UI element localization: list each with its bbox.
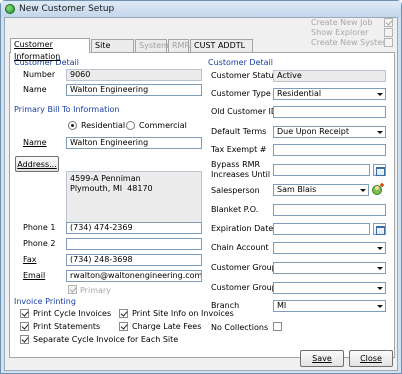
add-salesperson-icon[interactable] bbox=[371, 182, 386, 197]
customer-group-select[interactable] bbox=[273, 262, 386, 274]
customer-name-field[interactable]: Walton Engineering bbox=[66, 84, 202, 96]
expiration-date-field[interactable] bbox=[273, 223, 370, 235]
number-field[interactable]: 9060 bbox=[66, 69, 202, 81]
tab-system[interactable]: System bbox=[135, 39, 169, 52]
branch-select[interactable]: MI bbox=[273, 300, 386, 312]
print-site-info-checkbox[interactable] bbox=[119, 309, 128, 318]
customer-type-select[interactable]: Residential bbox=[273, 88, 386, 100]
create-new-job-checkbox[interactable] bbox=[384, 18, 393, 27]
phone2-label: Phone 2 bbox=[23, 239, 56, 248]
create-new-system-label: Create New System bbox=[311, 38, 390, 47]
charge-late-fees-checkbox[interactable] bbox=[119, 322, 128, 331]
separate-cycle-invoice-label: Separate Cycle Invoice for Each Site bbox=[33, 335, 179, 344]
app-icon bbox=[5, 4, 15, 14]
default-terms-select[interactable]: Due Upon Receipt bbox=[273, 126, 386, 138]
customer-type-label: Customer Type bbox=[211, 89, 271, 98]
salesperson-select[interactable]: Sam Blais bbox=[273, 184, 369, 196]
print-statements-checkbox[interactable] bbox=[20, 322, 29, 331]
no-collections-label: No Collections bbox=[211, 323, 269, 332]
chevron-down-icon bbox=[374, 301, 385, 311]
tab-customer-information[interactable]: Customer Information bbox=[10, 38, 90, 61]
print-site-info-label: Print Site Info on Invoices bbox=[132, 309, 234, 318]
tab-rmr[interactable]: RMR bbox=[168, 39, 190, 52]
section-customer-detail-right: Customer Detail bbox=[208, 58, 273, 67]
customer-group-label: Customer Group bbox=[211, 263, 277, 272]
show-explorer-label: Show Explorer bbox=[311, 28, 369, 37]
phone1-field[interactable]: (734) 474-2369 bbox=[66, 222, 202, 234]
chevron-down-icon bbox=[357, 185, 368, 195]
charge-late-fees-label: Charge Late Fees bbox=[132, 322, 202, 331]
chevron-down-icon bbox=[374, 283, 385, 293]
dialog-body: Create New Job Show Explorer Create New … bbox=[4, 17, 398, 371]
tab-cust-addtl-info[interactable]: CUST ADDTL INFO bbox=[190, 39, 253, 62]
chevron-down-icon bbox=[374, 89, 385, 99]
bill-to-name-field[interactable]: Walton Engineering bbox=[66, 137, 202, 149]
commercial-radio[interactable] bbox=[126, 121, 135, 130]
old-customer-id-field[interactable] bbox=[273, 106, 386, 118]
section-bill-to: Primary Bill To Information bbox=[14, 105, 120, 114]
default-terms-label: Default Terms bbox=[211, 127, 267, 136]
section-invoice-printing: Invoice Printing bbox=[14, 297, 76, 306]
tab-site-setup[interactable]: Site Setup bbox=[91, 39, 134, 62]
expiration-date-label: Expiration Date bbox=[211, 224, 274, 233]
customer-status-label: Customer Status bbox=[211, 71, 278, 80]
primary-email-checkbox[interactable] bbox=[68, 285, 77, 294]
print-statements-label: Print Statements bbox=[33, 322, 101, 331]
chain-account-select[interactable] bbox=[273, 242, 386, 254]
phone2-field[interactable] bbox=[66, 238, 202, 250]
phone1-label: Phone 1 bbox=[23, 223, 56, 232]
chevron-down-icon bbox=[374, 263, 385, 273]
window-title: New Customer Setup bbox=[19, 4, 115, 14]
email-label: Email bbox=[23, 271, 46, 280]
window: New Customer Setup Create New Job Show E… bbox=[0, 0, 402, 374]
create-new-job-label: Create New Job bbox=[311, 18, 373, 27]
residential-radio-label: Residential bbox=[81, 121, 126, 130]
tax-exempt-field[interactable] bbox=[273, 144, 386, 156]
print-cycle-invoices-label: Print Cycle Invoices bbox=[33, 309, 112, 318]
primary-email-label: Primary bbox=[80, 286, 111, 295]
calendar-icon[interactable] bbox=[373, 164, 386, 176]
fax-field[interactable]: (734) 248-3698 bbox=[66, 254, 202, 266]
commercial-radio-label: Commercial bbox=[139, 121, 187, 130]
calendar-icon[interactable] bbox=[373, 223, 386, 235]
fax-label: Fax bbox=[23, 255, 37, 264]
branch-label: Branch bbox=[211, 301, 240, 310]
chevron-down-icon bbox=[374, 127, 385, 137]
bypass-rmr-label: Bypass RMR Increases Until bbox=[211, 160, 271, 179]
name-label: Name bbox=[23, 85, 47, 94]
address-button[interactable]: Address... bbox=[15, 156, 59, 172]
customer-status-field[interactable]: Active bbox=[273, 70, 386, 82]
close-button[interactable]: Close bbox=[349, 350, 393, 367]
title-bar[interactable]: New Customer Setup bbox=[1, 1, 401, 17]
separate-cycle-invoice-checkbox[interactable] bbox=[20, 335, 29, 344]
blanket-po-field[interactable] bbox=[273, 204, 386, 216]
save-button[interactable]: Save bbox=[300, 350, 344, 367]
blanket-po-label: Blanket P.O. bbox=[211, 205, 259, 214]
old-customer-id-label: Old Customer ID bbox=[211, 107, 278, 116]
tax-exempt-label: Tax Exempt # bbox=[211, 145, 267, 154]
bypass-rmr-date-field[interactable] bbox=[273, 164, 370, 176]
print-cycle-invoices-checkbox[interactable] bbox=[20, 309, 29, 318]
chevron-down-icon bbox=[374, 243, 385, 253]
salesperson-label: Salesperson bbox=[211, 186, 260, 195]
bill-to-name-label: Name bbox=[23, 138, 47, 147]
create-new-system-checkbox[interactable] bbox=[384, 38, 393, 47]
customer-group-2-select[interactable] bbox=[273, 282, 386, 294]
email-field[interactable]: rwalton@waltonengineering.com bbox=[66, 270, 202, 282]
number-label: Number bbox=[23, 70, 56, 79]
no-collections-checkbox[interactable] bbox=[273, 322, 282, 331]
chain-account-label: Chain Account bbox=[211, 243, 269, 252]
show-explorer-checkbox[interactable] bbox=[384, 28, 393, 37]
residential-radio[interactable] bbox=[68, 121, 77, 130]
